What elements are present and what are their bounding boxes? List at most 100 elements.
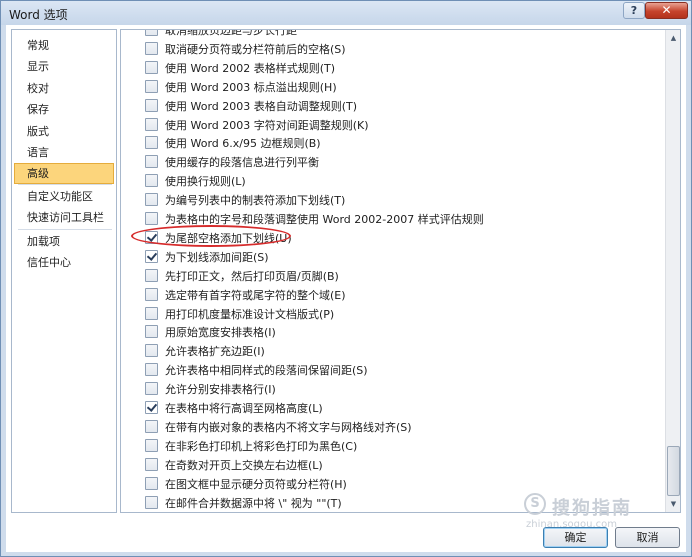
option-label: 使用 Word 2002 表格样式规则(T) [165, 61, 336, 75]
option-checkbox[interactable] [145, 136, 158, 150]
option-row[interactable]: 在邮件合并数据源中将 \" 视为 ""(T) [145, 493, 665, 512]
option-row[interactable]: 使用 Word 2003 表格自动调整规则(T) [145, 96, 665, 115]
option-label: 在表格中将行高调至网格高度(L) [165, 402, 323, 415]
sidebar-item[interactable]: 高级 [14, 163, 114, 184]
option-row[interactable]: 使用 Word 2003 字符对间距调整规则(K) [145, 115, 665, 134]
option-checkbox[interactable] [145, 79, 158, 93]
option-row[interactable]: 允许表格中相同样式的段落间保留间距(S) [145, 360, 665, 379]
option-label: 在带有内嵌对象的表格内不将文字与网格线对齐(S) [165, 420, 412, 434]
option-checkbox[interactable] [145, 457, 158, 471]
sidebar-item[interactable]: 语言 [14, 142, 114, 163]
option-checkbox[interactable] [145, 249, 158, 263]
help-button[interactable]: ? [623, 2, 645, 19]
scroll-down-icon[interactable]: ▼ [667, 497, 680, 511]
option-checkbox[interactable] [145, 155, 158, 169]
option-checkbox[interactable] [145, 193, 158, 207]
sidebar-item[interactable]: 保存 [14, 99, 114, 120]
close-icon: ✕ [661, 3, 672, 17]
option-checkbox[interactable] [145, 98, 158, 112]
option-row[interactable]: 为编号列表中的制表符添加下划线(T) [145, 190, 665, 209]
option-row[interactable]: 为表格中的字号和段落调整使用 Word 2002-2007 样式评估规则 [145, 209, 665, 228]
option-row[interactable]: 取消缩放页边距与步长行距 [145, 29, 665, 39]
option-checkbox[interactable] [145, 174, 158, 188]
option-label: 在奇数对开页上交换左右边框(L) [165, 458, 323, 472]
option-label: 使用 Word 6.x/95 边框规则(B) [165, 137, 321, 151]
option-checkbox[interactable] [145, 419, 158, 433]
option-label: 为表格中的字号和段落调整使用 Word 2002-2007 样式评估规则 [165, 213, 484, 226]
option-row[interactable]: 选定带有首字符或尾字符的整个域(E) [145, 285, 665, 304]
sidebar-item[interactable]: 校对 [14, 78, 114, 99]
option-checkbox[interactable] [145, 287, 158, 301]
help-icon: ? [630, 4, 638, 17]
title-bar: Word 选项 ? ✕ [1, 1, 691, 25]
option-label: 在图文框中显示硬分页符或分栏符(H) [165, 477, 347, 491]
option-row[interactable]: 为尾部空格添加下划线(U) [145, 228, 665, 247]
option-label: 使用 Word 2003 标点溢出规则(H) [165, 80, 337, 94]
dialog-title: Word 选项 [9, 8, 68, 22]
option-label: 取消缩放页边距与步长行距 [165, 29, 297, 37]
option-label: 使用缓存的段落信息进行列平衡 [165, 156, 319, 170]
option-checkbox[interactable] [145, 268, 158, 282]
option-checkbox[interactable] [145, 438, 158, 452]
options-sidebar: 常规 显示 校对 保存 版式 语言 高级 自定义功能区 快速访问工具栏 加载项 信任中心 [11, 29, 117, 513]
option-checkbox[interactable] [145, 476, 158, 490]
sidebar-separator [18, 229, 112, 230]
option-checkbox[interactable] [145, 325, 158, 339]
close-button[interactable]: ✕ [645, 2, 688, 19]
option-row[interactable]: 在图文框中显示硬分页符或分栏符(H) [145, 474, 665, 493]
option-label: 为尾部空格添加下划线(U) [165, 231, 292, 245]
cancel-button[interactable]: 取消 [615, 527, 680, 548]
sidebar-item[interactable]: 常规 [14, 35, 114, 56]
vertical-scrollbar[interactable]: ▲ ▼ [665, 30, 680, 512]
sidebar-item[interactable]: 加载项 [14, 231, 114, 252]
option-checkbox[interactable] [145, 344, 158, 358]
sidebar-item[interactable]: 信任中心 [14, 252, 114, 273]
option-checkbox[interactable] [145, 212, 158, 225]
option-row[interactable]: 使用 Word 6.x/95 边框规则(B) [145, 133, 665, 152]
scroll-up-icon[interactable]: ▲ [667, 31, 680, 45]
option-label: 先打印正文，然后打印页眉/页脚(B) [165, 269, 339, 283]
sidebar-item[interactable]: 自定义功能区 [14, 186, 114, 207]
option-checkbox[interactable] [145, 306, 158, 320]
option-label: 在邮件合并数据源中将 \" 视为 ""(T) [165, 496, 342, 510]
sidebar-item[interactable]: 快速访问工具栏 [14, 207, 114, 228]
option-label: 取消硬分页符或分栏符前后的空格(S) [165, 42, 346, 56]
option-row[interactable]: 使用缓存的段落信息进行列平衡 [145, 152, 665, 171]
option-row[interactable]: 在带有内嵌对象的表格内不将文字与网格线对齐(S) [145, 417, 665, 436]
option-row[interactable]: 在奇数对开页上交换左右边框(L) [145, 455, 665, 474]
word-options-dialog: Word 选项 ? ✕ 常规 显示 校对 保存 版式 语言 高级 自定义功能区 快速访问工具栏加… [0, 0, 692, 557]
option-label: 使用 Word 2003 字符对间距调整规则(K) [165, 118, 369, 132]
option-row[interactable]: 使用 Word 2003 标点溢出规则(H) [145, 77, 665, 96]
option-label: 用原始宽度安排表格(I) [165, 326, 276, 340]
advanced-options-panel: 取消缩放页边距与步长行距取消硬分页符或分栏符前后的空格(S) 使用 Word 20… [120, 29, 681, 513]
option-row[interactable]: 在非彩色打印机上将彩色打印为黑色(C) [145, 436, 665, 455]
option-row[interactable]: 取消硬分页符或分栏符前后的空格(S) [145, 39, 665, 58]
option-checkbox[interactable] [145, 30, 158, 36]
scrollbar-thumb[interactable] [667, 446, 680, 496]
sidebar-item[interactable]: 版式 [14, 121, 114, 142]
option-checkbox[interactable] [145, 382, 158, 396]
option-row[interactable]: 先打印正文，然后打印页眉/页脚(B) [145, 266, 665, 285]
option-label: 允许表格扩充边距(I) [165, 345, 265, 359]
option-checkbox[interactable] [145, 363, 158, 377]
option-row[interactable]: 用原始宽度安排表格(I) [145, 322, 665, 341]
option-checkbox[interactable] [145, 401, 158, 414]
option-row[interactable]: 使用换行规则(L) [145, 171, 665, 190]
option-row[interactable]: 在表格中将行高调至网格高度(L) [145, 398, 665, 417]
option-row[interactable]: 用打印机度量标准设计文档版式(P) [145, 304, 665, 323]
ok-button[interactable]: 确定 [543, 527, 608, 548]
option-checkbox[interactable] [145, 117, 158, 131]
option-label: 使用 Word 2003 表格自动调整规则(T) [165, 99, 358, 113]
option-checkbox[interactable] [145, 230, 158, 244]
option-row[interactable]: 使用 Word 2002 表格样式规则(T) [145, 58, 665, 77]
option-checkbox[interactable] [145, 60, 158, 74]
option-label: 使用换行规则(L) [165, 175, 246, 189]
sidebar-item[interactable]: 显示 [14, 56, 114, 77]
option-checkbox[interactable] [145, 41, 158, 55]
option-row[interactable]: 允许分别安排表格行(I) [145, 379, 665, 398]
option-row[interactable]: 允许表格扩充边距(I) [145, 341, 665, 360]
option-row[interactable]: 为下划线添加间距(S) [145, 247, 665, 266]
option-checkbox[interactable] [145, 495, 158, 509]
option-label: 允许分别安排表格行(I) [165, 383, 276, 397]
option-label: 允许表格中相同样式的段落间保留间距(S) [165, 364, 368, 378]
